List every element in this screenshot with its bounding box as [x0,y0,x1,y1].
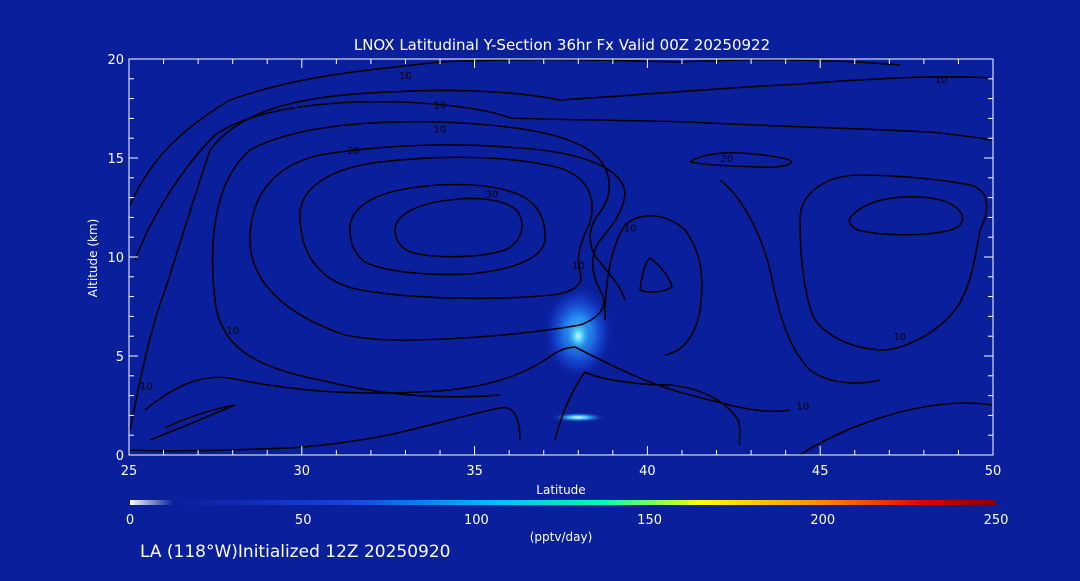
contour-label: 10 [572,261,585,272]
footer-initialized: Initialized 12Z 20250920 [237,542,451,562]
contour-label: 10 [434,101,447,112]
x-axis-label: Latitude [536,483,585,497]
y-tick-label: 20 [107,53,124,68]
colorbar [130,500,996,505]
contour-line [799,174,988,351]
plot-frame [128,58,994,456]
y-tick-label: 10 [107,251,124,266]
contour-label: 20 [721,154,734,165]
contour-label: 10 [399,71,412,82]
contour-line [604,215,703,356]
x-tick-label: 50 [985,464,1002,479]
colorbar-label: (pptv/day) [530,530,593,544]
contour-line [134,100,993,261]
contour-line [848,196,964,236]
colorbar-tick-label: 0 [126,513,134,528]
colorbar-tick-label: 250 [984,513,1009,528]
y-tick-label: 15 [107,152,124,167]
x-tick-label: 25 [121,464,138,479]
contour-line [394,197,523,258]
contour-line [799,402,993,456]
colorbar-tick-label: 150 [637,513,662,528]
x-tick-label: 40 [639,464,656,479]
y-axis-label: Altitude (km) [86,219,100,298]
contour-line [349,183,546,276]
colorbar-tick-label: 100 [464,513,489,528]
chart-svg: LNOX Latitudinal Y-Section 36hr Fx Valid… [86,36,1009,544]
heat-blob-surface [550,412,607,423]
y-tick-label: 0 [116,449,124,464]
contour-line [299,156,593,300]
contour-line [639,257,673,293]
contour-label: 30 [486,190,499,201]
contour-label: 10 [893,332,906,343]
colorbar-tick-label: 200 [810,513,835,528]
contour-line [149,404,236,441]
chart-title: LNOX Latitudinal Y-Section 36hr Fx Valid… [354,36,770,54]
contour-label: 10 [935,75,948,86]
contour-label: 10 [226,326,239,337]
colorbar-ticks: 0 50 100 150 200 250 [126,513,1009,528]
footer: LA (118°W)Initialized 12Z 20250920 [140,542,450,562]
contour-line [129,406,521,452]
footer-location: LA (118°W) [140,542,238,562]
contour-line [129,58,901,206]
contour-line [719,179,881,384]
y-tick-label: 5 [116,350,124,365]
colorbar-tick-label: 50 [295,513,312,528]
contour-line [689,152,792,168]
x-tick-label: 35 [466,464,483,479]
contour-label: 10 [797,401,810,412]
contour-label: 10 [140,382,153,393]
contour-label: 10 [624,223,637,234]
contour-line [144,346,791,413]
x-tick-label: 30 [294,464,311,479]
contour-label: 10 [434,124,447,135]
x-tick-label: 45 [812,464,829,479]
contour-label: 20 [347,146,360,157]
contour-line [554,370,741,446]
contour-lines [129,58,993,456]
chart-area: LNOX Latitudinal Y-Section 36hr Fx Valid… [0,0,1080,576]
